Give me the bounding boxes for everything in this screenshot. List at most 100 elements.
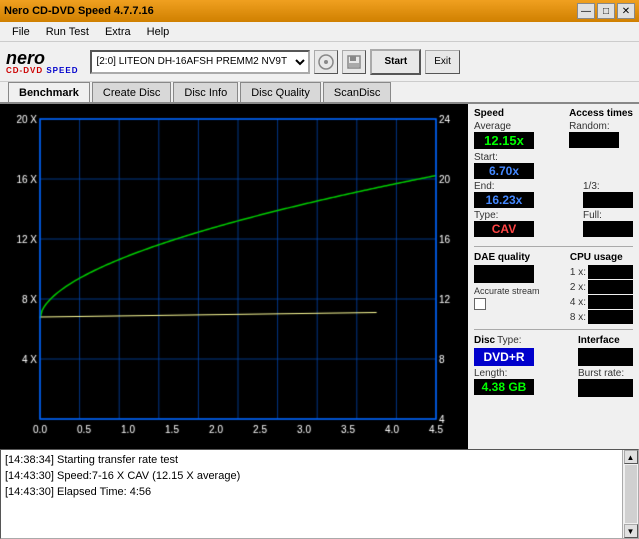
log-line-2: [14:43:30] Elapsed Time: 4:56 xyxy=(5,484,618,500)
disc-info-section: Disc Type: DVD+R Length: 4.38 GB xyxy=(474,335,534,397)
drive-selector[interactable]: [2:0] LITEON DH-16AFSH PREMM2 NV9T xyxy=(90,50,310,74)
disc-length-value: 4.38 GB xyxy=(474,379,534,395)
close-button[interactable]: ✕ xyxy=(617,3,635,19)
scroll-track[interactable] xyxy=(625,465,637,523)
full-value-box xyxy=(583,221,633,237)
scroll-down-button[interactable]: ▼ xyxy=(624,524,638,538)
log-text-2: Elapsed Time: 4:56 xyxy=(57,486,151,498)
log-scrollbar[interactable]: ▲ ▼ xyxy=(622,450,638,538)
accurate-stream-checkbox[interactable] xyxy=(474,298,486,310)
disc-type-subtitle: Type: xyxy=(497,335,521,346)
nero-logo-text: nero xyxy=(6,49,78,67)
log-time-1: [14:43:30] xyxy=(5,470,54,482)
cpu-usage-rows: 1 x: 2 x: 4 x: 8 x: xyxy=(570,265,633,324)
save-icon xyxy=(346,54,362,70)
disc-icon xyxy=(318,54,334,70)
end-label: End: xyxy=(474,181,534,192)
window-title: Nero CD-DVD Speed 4.7.7.16 xyxy=(4,5,154,17)
tab-scan-disc[interactable]: ScanDisc xyxy=(323,82,391,102)
random-label: Random: xyxy=(569,121,633,132)
cpu-8x-row: 8 x: xyxy=(570,310,633,324)
exit-button[interactable]: Exit xyxy=(425,50,460,74)
cpu-usage-title: CPU usage xyxy=(570,252,633,263)
interface-value xyxy=(578,348,633,366)
cpu-2x-label: 2 x: xyxy=(570,282,586,293)
type-section: Type: CAV Full: xyxy=(474,210,633,237)
title-bar-buttons: — □ ✕ xyxy=(577,3,635,19)
onethird-label: 1/3: xyxy=(583,181,633,192)
disc-type-header: Disc Type: xyxy=(474,335,534,348)
speed-section: Speed Average 12.15x Access times Random… xyxy=(474,108,633,237)
toolbar-icon-disc[interactable] xyxy=(314,50,338,74)
speed-details: Start: 6.70x xyxy=(474,152,633,179)
menu-bar: File Run Test Extra Help xyxy=(0,22,639,42)
full-label: Full: xyxy=(583,210,633,221)
disc-type-value: DVD+R xyxy=(474,348,534,366)
menu-run-test[interactable]: Run Test xyxy=(38,24,97,40)
random-value-box xyxy=(569,132,619,148)
end-col: End: 16.23x xyxy=(474,181,534,208)
menu-file[interactable]: File xyxy=(4,24,38,40)
minimize-button[interactable]: — xyxy=(577,3,595,19)
type-value: CAV xyxy=(474,221,534,237)
cpu-8x-label: 8 x: xyxy=(570,312,586,323)
app-logo: nero CD-DVD SPEED xyxy=(6,49,78,75)
type-label: Type: xyxy=(474,210,534,221)
cpu-4x-value xyxy=(588,295,633,309)
interface-section: Interface Burst rate: xyxy=(578,335,633,397)
divider-1 xyxy=(474,246,633,247)
menu-help[interactable]: Help xyxy=(139,24,178,40)
toolbar-icon-save[interactable] xyxy=(342,50,366,74)
average-label: Average xyxy=(474,121,534,132)
tab-benchmark[interactable]: Benchmark xyxy=(8,82,90,102)
tab-disc-info[interactable]: Disc Info xyxy=(173,82,238,102)
start-label: Start: xyxy=(474,152,633,163)
dae-quality-title: DAE quality xyxy=(474,252,540,263)
log-text-1: Speed:7-16 X CAV (12.15 X average) xyxy=(57,470,240,482)
access-times-col: Access times Random: xyxy=(569,108,633,148)
chart-area xyxy=(0,104,468,449)
accurate-stream-label: Accurate stream xyxy=(474,286,540,296)
dae-quality-value xyxy=(474,265,534,283)
speed-header-row: Speed Average 12.15x Access times Random… xyxy=(474,108,633,149)
accurate-stream-row xyxy=(474,298,540,310)
tab-bar: Benchmark Create Disc Disc Info Disc Qua… xyxy=(0,82,639,104)
dae-quality-section: DAE quality Accurate stream xyxy=(474,252,540,324)
end-value: 16.23x xyxy=(474,192,534,208)
cpu-2x-row: 2 x: xyxy=(570,280,633,294)
log-time-2: [14:43:30] xyxy=(5,486,54,498)
speed-title: Speed xyxy=(474,108,534,119)
full-col: Full: xyxy=(583,210,633,237)
maximize-button[interactable]: □ xyxy=(597,3,615,19)
tab-create-disc[interactable]: Create Disc xyxy=(92,82,171,102)
log-time-0: [14:38:34] xyxy=(5,454,54,466)
cpu-1x-label: 1 x: xyxy=(570,267,586,278)
toolbar: nero CD-DVD SPEED [2:0] LITEON DH-16AFSH… xyxy=(0,42,639,82)
scroll-up-button[interactable]: ▲ xyxy=(624,450,638,464)
onethird-value-box xyxy=(583,192,633,208)
log-area: [14:38:34] Starting transfer rate test [… xyxy=(0,449,639,539)
tab-disc-quality[interactable]: Disc Quality xyxy=(240,82,321,102)
log-content: [14:38:34] Starting transfer rate test [… xyxy=(1,450,622,538)
dae-cpu-row: DAE quality Accurate stream CPU usage 1 … xyxy=(474,252,633,324)
end-section: End: 16.23x 1/3: xyxy=(474,181,633,208)
type-col: Type: CAV xyxy=(474,210,534,237)
average-value: 12.15x xyxy=(474,132,534,149)
cd-dvd-speed-logo: CD-DVD SPEED xyxy=(6,67,78,75)
benchmark-chart xyxy=(0,104,468,449)
title-bar: Nero CD-DVD Speed 4.7.7.16 — □ ✕ xyxy=(0,0,639,22)
disc-type-title: Disc xyxy=(474,335,495,346)
interface-title: Interface xyxy=(578,335,633,346)
menu-extra[interactable]: Extra xyxy=(97,24,139,40)
start-button[interactable]: Start xyxy=(370,49,421,75)
cpu-2x-value xyxy=(588,280,633,294)
disc-interface-row: Disc Type: DVD+R Length: 4.38 GB Interfa… xyxy=(474,335,633,397)
cpu-8x-value xyxy=(588,310,633,324)
burst-rate-value xyxy=(578,379,633,397)
speed-title-col: Speed Average 12.15x xyxy=(474,108,534,149)
burst-rate-label: Burst rate: xyxy=(578,368,633,379)
access-times-title: Access times xyxy=(569,108,633,119)
right-panel: Speed Average 12.15x Access times Random… xyxy=(468,104,639,449)
disc-length-label: Length: xyxy=(474,368,534,379)
cpu-1x-value xyxy=(588,265,633,279)
